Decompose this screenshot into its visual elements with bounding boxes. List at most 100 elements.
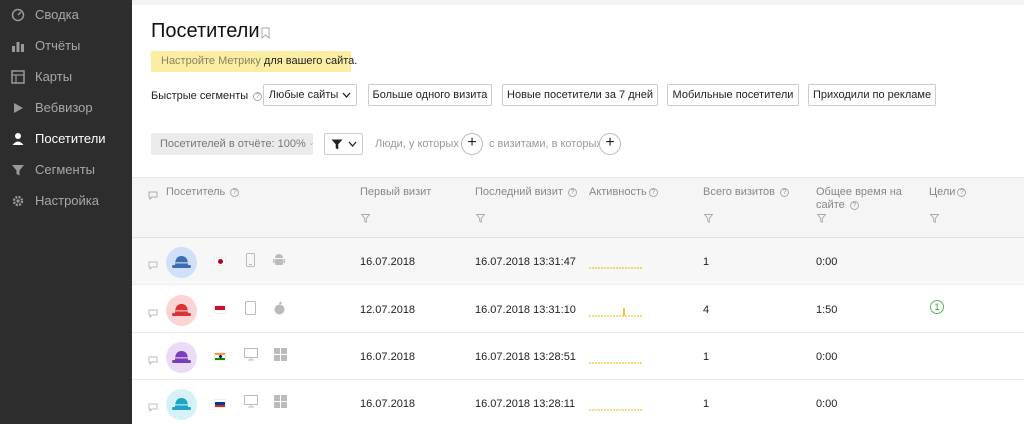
table-row[interactable]: 16.07.2018 16.07.2018 13:28:51 1 0:00 — [132, 333, 1024, 380]
phone-icon — [246, 253, 255, 272]
sidebar-item-label: Сегменты — [35, 162, 96, 177]
setup-banner: Настройте Метрику для вашего сайта. — [151, 51, 357, 72]
avatar[interactable] — [166, 295, 197, 326]
setup-banner-link[interactable]: Настройте Метрику — [161, 55, 261, 67]
last-visit-cell: 16.07.2018 13:28:11 — [475, 398, 576, 410]
first-visit-cell: 12.07.2018 — [360, 304, 416, 316]
info-icon[interactable]: ? — [253, 91, 263, 101]
quick-segments-text: Быстрые сегменты — [151, 90, 249, 102]
play-icon — [10, 100, 26, 116]
avatar[interactable] — [166, 247, 197, 278]
column-total-visits-label: Всего визитов — [703, 186, 775, 198]
column-last-visit-label: Последний визит — [475, 186, 563, 198]
time-cell: 1:50 — [816, 304, 838, 316]
activity-sparkline — [589, 409, 643, 411]
first-visit-cell: 16.07.2018 — [360, 351, 416, 363]
segment-mobile-visitors-button[interactable]: Мобильные посетители — [667, 84, 799, 106]
column-last-visit[interactable]: Последний визит ? — [475, 186, 577, 199]
info-icon[interactable]: ? — [567, 187, 577, 197]
windows-icon — [274, 348, 287, 366]
column-total-time[interactable]: Общее время на сайте ? — [816, 186, 902, 212]
visitors-in-report-label: Посетителей в отчёте: 100% — [160, 138, 306, 150]
last-visit-cell: 16.07.2018 13:31:10 — [475, 304, 576, 316]
chevron-down-icon — [348, 141, 356, 147]
column-visitor[interactable]: Посетитель ? — [166, 186, 240, 199]
gear-icon — [10, 193, 26, 209]
column-activity-label: Активность — [589, 186, 647, 198]
time-cell: 0:00 — [816, 398, 838, 410]
sidebar-item-webvisor[interactable]: Вебвизор — [0, 93, 132, 123]
column-visitor-label: Посетитель — [166, 186, 226, 198]
sidebar-item-summary[interactable]: Сводка — [0, 0, 132, 30]
table-row[interactable]: 16.07.2018 16.07.2018 13:28:11 1 0:00 — [132, 380, 1024, 424]
chevron-down-icon — [342, 92, 351, 98]
russia-flag-icon — [214, 399, 226, 408]
time-cell: 0:00 — [816, 256, 838, 268]
info-icon[interactable]: ? — [648, 187, 658, 197]
add-people-condition-button[interactable]: + — [461, 133, 483, 155]
sidebar-item-label: Посетители — [35, 131, 106, 146]
visits-cell: 1 — [703, 351, 710, 363]
sites-dropdown[interactable]: Любые сайты — [263, 84, 357, 106]
column-activity[interactable]: Активность? — [589, 186, 658, 199]
bookmark-icon[interactable] — [261, 26, 270, 44]
table-header: Посетитель ? Первый визит Последний визи… — [132, 177, 1024, 238]
apple-icon — [274, 301, 285, 320]
desktop-icon — [244, 348, 258, 366]
sidebar-item-maps[interactable]: Карты — [0, 62, 132, 92]
map-icon — [10, 69, 26, 85]
add-visit-condition-button[interactable]: + — [599, 133, 621, 155]
filter-dropdown-button[interactable] — [324, 133, 363, 155]
column-total-visits[interactable]: Всего визитов ? — [703, 186, 790, 199]
column-total-time-label-2: сайте — [816, 199, 845, 211]
segment-new-visitors-button[interactable]: Новые посетители за 7 дней — [502, 84, 658, 106]
column-filter-icon[interactable] — [704, 214, 713, 223]
table-row[interactable]: 12.07.2018 16.07.2018 13:31:10 4 1:50 1 — [132, 286, 1024, 333]
info-icon[interactable]: ? — [780, 187, 790, 197]
column-first-visit[interactable]: Первый визит — [360, 186, 431, 199]
sidebar-item-reports[interactable]: Отчёты — [0, 31, 132, 61]
page-title: Посетители — [151, 20, 260, 42]
segment-more-than-one-visit-button[interactable]: Больше одного визита — [368, 84, 492, 106]
sidebar-item-label: Карты — [35, 69, 73, 84]
column-goals[interactable]: Цели? — [929, 186, 967, 199]
avatar[interactable] — [166, 342, 197, 373]
segment-from-ads-button[interactable]: Приходили по рекламе — [808, 84, 936, 106]
hat-icon — [172, 351, 191, 363]
visitors-in-report-dropdown[interactable]: Посетителей в отчёте: 100% — [151, 133, 313, 155]
column-filter-icon[interactable] — [817, 214, 826, 223]
column-filter-icon[interactable] — [930, 214, 939, 223]
avatar[interactable] — [166, 389, 197, 420]
column-filter-icon[interactable] — [361, 214, 370, 223]
sidebar-item-settings[interactable]: Настройка — [0, 186, 132, 216]
filter-icon — [331, 139, 342, 149]
sites-dropdown-label: Любые сайты — [268, 89, 339, 101]
comment-icon[interactable] — [148, 399, 158, 417]
first-visit-cell: 16.07.2018 — [360, 398, 416, 410]
funnel-icon — [10, 162, 26, 178]
tablet-icon — [245, 301, 256, 320]
sidebar-item-segments[interactable]: Сегменты — [0, 155, 132, 185]
chevron-down-icon — [309, 143, 313, 146]
goals-badge[interactable]: 1 — [930, 300, 944, 314]
person-icon — [10, 131, 26, 147]
comment-icon[interactable] — [148, 305, 158, 323]
desktop-icon — [244, 395, 258, 413]
table-row[interactable]: 16.07.2018 16.07.2018 13:31:47 1 0:00 — [132, 238, 1024, 285]
comment-icon[interactable] — [148, 352, 158, 370]
info-icon[interactable]: ? — [230, 187, 240, 197]
main-content: Посетители Настройте Метрику для вашего … — [132, 0, 1024, 424]
first-visit-cell: 16.07.2018 — [360, 256, 416, 268]
column-total-time-label-1: Общее время на — [816, 186, 902, 198]
column-filter-icon[interactable] — [476, 214, 485, 223]
with-visits-label: с визитами, в которых — [489, 138, 602, 150]
comment-icon — [148, 187, 158, 205]
column-goals-label: Цели — [929, 186, 956, 198]
sidebar-item-label: Сводка — [35, 7, 79, 22]
comment-icon[interactable] — [148, 257, 158, 275]
info-icon[interactable]: ? — [849, 200, 859, 210]
sidebar-item-visitors[interactable]: Посетители — [0, 124, 132, 154]
sidebar: Сводка Отчёты Карты Вебвизор Посетители … — [0, 0, 132, 424]
visits-cell: 1 — [703, 398, 710, 410]
info-icon[interactable]: ? — [957, 187, 967, 197]
